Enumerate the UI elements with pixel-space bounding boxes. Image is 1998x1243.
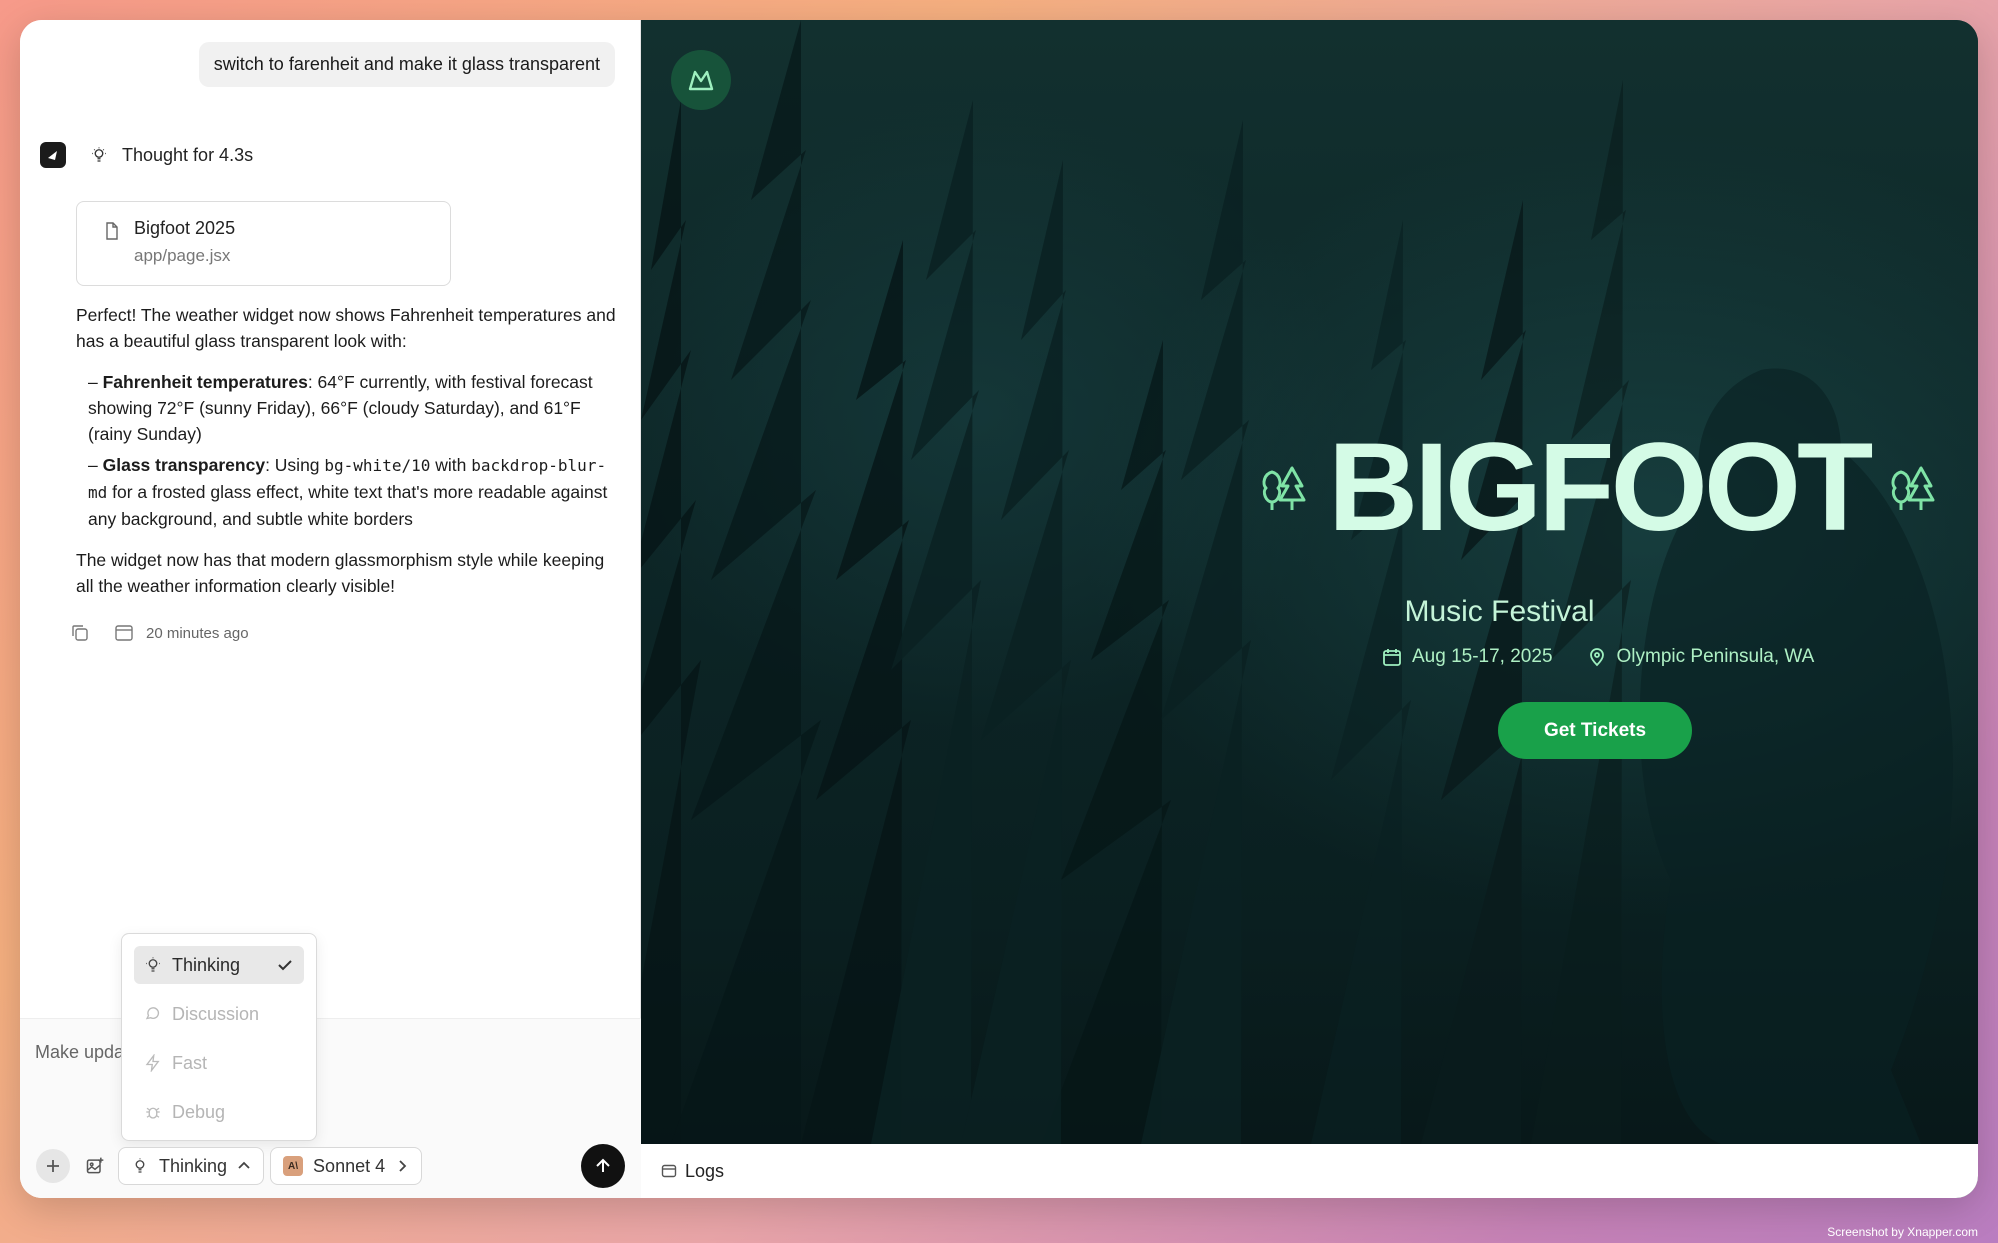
event-date: Aug 15-17, 2025 xyxy=(1382,646,1553,668)
event-date-text: Aug 15-17, 2025 xyxy=(1412,646,1553,667)
event-location-text: Olympic Peninsula, WA xyxy=(1616,646,1815,667)
user-message: switch to farenheit and make it glass tr… xyxy=(198,42,615,87)
add-image-button[interactable] xyxy=(78,1149,112,1183)
menu-item-discussion[interactable]: Discussion xyxy=(134,995,304,1033)
thought-label: Thought for 4.3s xyxy=(122,144,254,165)
anthropic-icon: A\ xyxy=(283,1156,304,1176)
composer-toolbar: Thinking A\ Sonnet 4 xyxy=(36,1144,625,1188)
add-attachment-button[interactable] xyxy=(36,1149,70,1183)
trees-icon xyxy=(1262,466,1306,510)
checkmark-icon xyxy=(278,960,292,971)
hero-subtitle: Music Festival xyxy=(1404,595,1595,628)
map-pin-icon xyxy=(1589,648,1604,667)
logs-bar[interactable]: Logs xyxy=(641,1144,1978,1198)
calendar-icon xyxy=(1383,649,1401,666)
bullet-heading: Glass transparency xyxy=(102,455,266,475)
menu-item-fast[interactable]: Fast xyxy=(134,1044,304,1082)
lightning-icon xyxy=(145,1054,160,1072)
hero-title-row: BIGFOOT xyxy=(1258,425,1939,550)
file-card[interactable]: Bigfoot 2025 app/page.jsx xyxy=(76,201,451,286)
message-timestamp: 20 minutes ago xyxy=(146,624,249,642)
assistant-header: Thought for 4.3s xyxy=(40,142,253,168)
list-item: – Glass transparency: Using bg-white/10 … xyxy=(88,455,608,529)
menu-item-thinking[interactable]: Thinking xyxy=(134,946,304,984)
send-button[interactable] xyxy=(581,1144,625,1188)
file-icon xyxy=(106,222,118,240)
chevron-up-icon xyxy=(238,1161,250,1169)
get-tickets-button[interactable]: Get Tickets xyxy=(1498,702,1692,759)
bullet-text: with xyxy=(430,455,472,475)
preview-panel: BIGFOOT Music Festival Aug 15-17, 2025 O… xyxy=(641,20,1978,1198)
watermark: Screenshot by Xnapper.com xyxy=(1827,1225,1978,1239)
model-selector-button[interactable]: A\ Sonnet 4 xyxy=(270,1147,423,1185)
mode-dropdown-menu: Thinking Discussion Fast Debug xyxy=(121,933,317,1141)
list-item: – Fahrenheit temperatures: 64°F currentl… xyxy=(88,372,593,444)
trees-icon xyxy=(1891,466,1935,510)
menu-item-label: Fast xyxy=(172,1052,208,1073)
message-intro: Perfect! The weather widget now shows Fa… xyxy=(76,305,616,351)
mode-selector-button[interactable]: Thinking xyxy=(118,1147,265,1185)
message-list: – Fahrenheit temperatures: 64°F currentl… xyxy=(88,369,616,532)
bullet-text: : Using xyxy=(265,455,325,475)
composer-input[interactable]: Make upda xyxy=(35,1042,124,1063)
file-title: Bigfoot 2025 xyxy=(134,218,236,238)
mode-label: Thinking xyxy=(159,1155,228,1176)
assistant-message: Perfect! The weather widget now shows Fa… xyxy=(76,302,616,614)
arrow-up-icon xyxy=(596,1158,610,1172)
bug-icon xyxy=(146,1107,160,1119)
assistant-avatar xyxy=(40,142,66,168)
forest-background xyxy=(641,20,1953,1144)
bullet-text: for a frosted glass effect, white text t… xyxy=(88,482,608,529)
copy-icon[interactable] xyxy=(70,623,90,643)
image-icon xyxy=(86,1157,104,1174)
menu-item-label: Discussion xyxy=(172,1003,260,1024)
inline-code: bg-white/10 xyxy=(324,456,431,475)
hero-section: BIGFOOT Music Festival Aug 15-17, 2025 O… xyxy=(641,20,1978,1144)
chevron-right-icon xyxy=(399,1160,407,1172)
chat-panel: switch to farenheit and make it glass tr… xyxy=(20,20,641,1198)
event-location: Olympic Peninsula, WA xyxy=(1587,646,1815,668)
brand-logo[interactable] xyxy=(671,50,731,110)
window-icon xyxy=(661,1164,677,1178)
lightbulb-icon xyxy=(146,957,160,972)
mountain-icon xyxy=(688,70,714,91)
menu-item-debug[interactable]: Debug xyxy=(134,1093,304,1131)
event-info: Aug 15-17, 2025 Olympic Peninsula, WA xyxy=(1382,646,1814,668)
menu-item-label: Debug xyxy=(172,1101,226,1122)
lightbulb-icon xyxy=(135,1158,145,1173)
menu-item-label: Thinking xyxy=(172,954,241,975)
message-outro: The widget now has that modern glassmorp… xyxy=(76,550,605,596)
chat-icon xyxy=(145,1007,160,1020)
logs-label: Logs xyxy=(685,1160,725,1181)
model-label: Sonnet 4 xyxy=(313,1155,386,1176)
file-path: app/page.jsx xyxy=(134,246,231,265)
message-meta: 20 minutes ago xyxy=(70,623,249,643)
hero-title: BIGFOOT xyxy=(1328,418,1873,557)
app-window: switch to farenheit and make it glass tr… xyxy=(20,20,1978,1198)
thought-indicator[interactable]: Thought for 4.3s xyxy=(90,145,253,166)
bullet-heading: Fahrenheit temperatures xyxy=(102,372,308,392)
plus-icon xyxy=(47,1160,59,1172)
lightbulb-icon xyxy=(92,147,106,162)
preview-window-icon[interactable] xyxy=(114,623,134,643)
